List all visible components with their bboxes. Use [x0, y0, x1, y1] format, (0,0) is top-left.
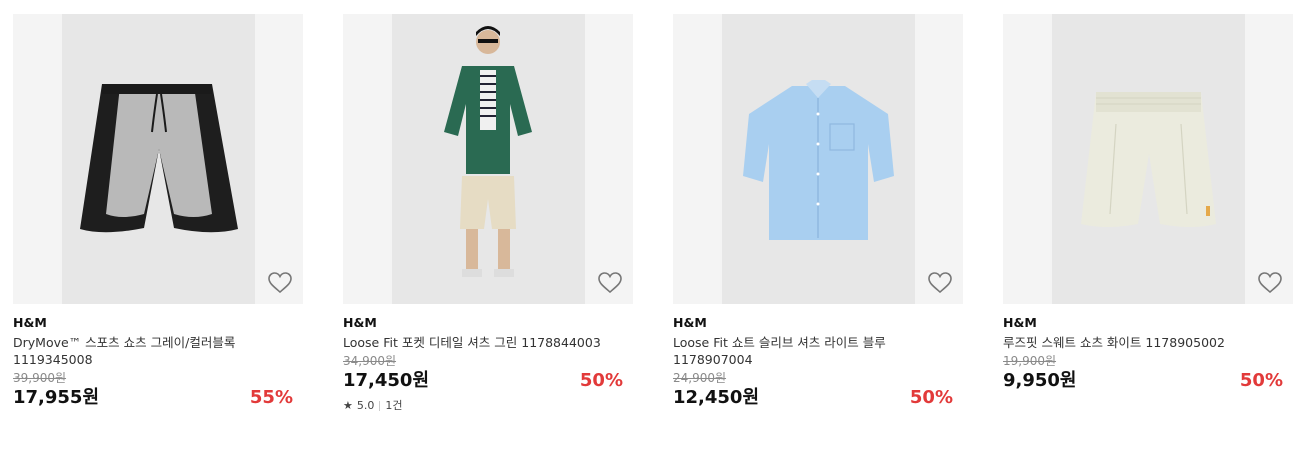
product-name[interactable]: DryMove™ 스포츠 쇼츠 그레이/컬러블록 1119345008 — [13, 334, 293, 368]
original-price: 19,900원 — [1003, 354, 1057, 368]
discount-rate: 50% — [909, 387, 953, 408]
price-block: 39,900원 17,955원 55% — [13, 371, 293, 409]
star-icon: ★ — [343, 399, 353, 412]
brand-name: H&M — [343, 315, 377, 330]
price-block: 19,900원 9,950원 50% — [1003, 354, 1283, 392]
wishlist-heart-icon[interactable] — [927, 271, 953, 295]
price-block: 24,900원 12,450원 50% — [673, 371, 953, 409]
blue-shirt-image — [743, 80, 894, 240]
product-image[interactable] — [13, 14, 303, 304]
product-name[interactable]: Loose Fit 포켓 디테일 셔츠 그린 1178844003 — [343, 334, 623, 351]
review-count: 1건 — [385, 399, 403, 412]
original-price: 39,900원 — [13, 371, 67, 385]
model-shirt-image — [444, 26, 532, 277]
rating-value: 5.0 — [356, 399, 375, 412]
product-name[interactable]: Loose Fit 쇼트 슬리브 셔츠 라이트 블루 1178907004 — [673, 334, 953, 368]
divider — [379, 401, 381, 411]
product-card[interactable]: H&M DryMove™ 스포츠 쇼츠 그레이/컬러블록 1119345008 … — [13, 14, 303, 409]
product-image[interactable] — [673, 14, 963, 304]
price-block: 34,900원 17,450원 50% — [343, 354, 623, 392]
product-card[interactable]: H&M Loose Fit 포켓 디테일 셔츠 그린 1178844003 34… — [343, 14, 633, 413]
original-price: 24,900원 — [673, 371, 727, 385]
discount-rate: 50% — [579, 370, 623, 391]
product-image[interactable] — [343, 14, 633, 304]
brand-name: H&M — [13, 315, 47, 330]
brand-name: H&M — [673, 315, 707, 330]
product-name[interactable]: 루즈핏 스웨트 쇼츠 화이트 1178905002 — [1003, 334, 1283, 351]
discount-rate: 50% — [1239, 370, 1283, 391]
brand-name: H&M — [1003, 315, 1037, 330]
product-card[interactable]: H&M 루즈핏 스웨트 쇼츠 화이트 1178905002 19,900원 9,… — [1003, 14, 1293, 392]
sweat-shorts-image — [1081, 92, 1216, 227]
wishlist-heart-icon[interactable] — [597, 271, 623, 295]
wishlist-heart-icon[interactable] — [267, 271, 293, 295]
wishlist-heart-icon[interactable] — [1257, 271, 1283, 295]
product-grid: H&M DryMove™ 스포츠 쇼츠 그레이/컬러블록 1119345008 … — [0, 0, 1306, 467]
discount-rate: 55% — [249, 387, 293, 408]
sports-shorts-image — [80, 84, 238, 233]
product-card[interactable]: H&M Loose Fit 쇼트 슬리브 셔츠 라이트 블루 117890700… — [673, 14, 963, 409]
original-price: 34,900원 — [343, 354, 397, 368]
product-image[interactable] — [1003, 14, 1293, 304]
rating-row: ★ 5.0 1건 — [343, 399, 633, 413]
